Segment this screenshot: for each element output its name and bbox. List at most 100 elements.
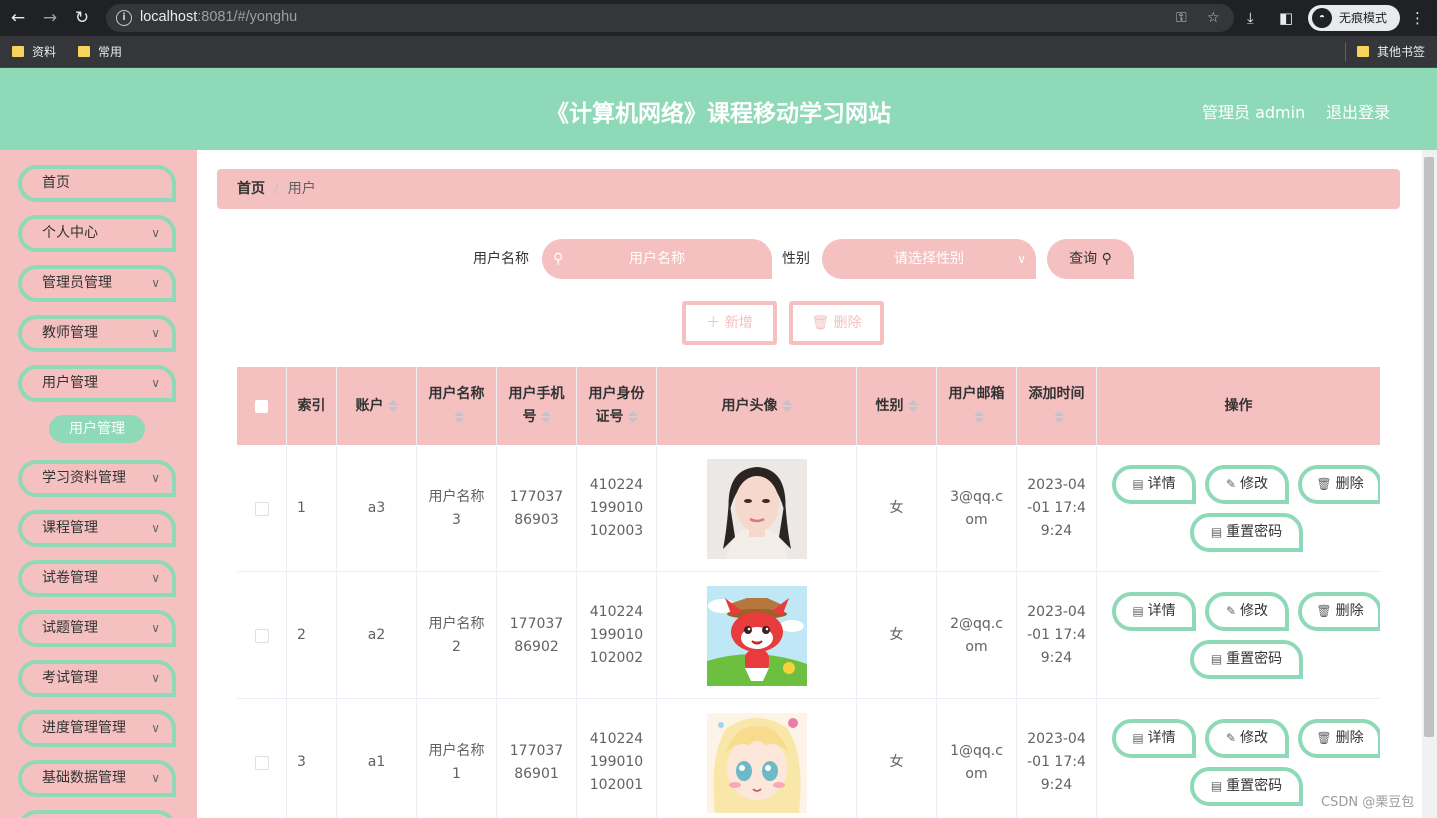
- breadcrumb: 首页 / 用户: [217, 169, 1400, 209]
- cell-actions: ▤ 详情 ✎ 修改 🗑 删除 ▤ 重置密码: [1097, 445, 1380, 572]
- chevron-down-icon: ∨: [151, 521, 160, 535]
- batch-delete-button[interactable]: 🗑 删除: [789, 301, 884, 345]
- row-checkbox[interactable]: [254, 628, 269, 643]
- sort-icon[interactable]: [907, 399, 918, 413]
- reset-password-button[interactable]: ▤ 重置密码: [1190, 767, 1303, 806]
- breadcrumb-home[interactable]: 首页: [237, 181, 265, 197]
- cell-account: a3: [337, 445, 417, 572]
- col-email[interactable]: 用户邮箱: [937, 367, 1017, 445]
- cell-time: 2023-04-01 17:49:24: [1017, 445, 1097, 572]
- sidebar-item-questions[interactable]: 试题管理 ∨: [18, 610, 176, 647]
- address-bar[interactable]: i localhost:8081/#/yonghu ⚿ ☆: [106, 4, 1234, 32]
- sidebar-item-papers[interactable]: 试卷管理 ∨: [18, 560, 176, 597]
- cell-account: a1: [337, 699, 417, 818]
- menu-dots-icon[interactable]: ⋮: [1410, 8, 1425, 28]
- forward-icon[interactable]: →: [38, 6, 62, 30]
- cell-index: 1: [287, 445, 337, 572]
- chevron-down-icon: ∨: [151, 226, 160, 240]
- edit-icon: ✎: [1225, 477, 1237, 491]
- table-row: 1 a3 用户名称3 17703786903 41022419901010200…: [237, 445, 1380, 572]
- cell-idcard: 410224199010102003: [577, 445, 657, 572]
- bookmark-separator: [1345, 42, 1346, 62]
- sidepanel-icon[interactable]: ◧: [1279, 8, 1293, 28]
- sidebar-item-admins[interactable]: 管理员管理 ∨: [18, 265, 176, 302]
- col-index: 索引: [287, 367, 337, 445]
- site-info-icon[interactable]: i: [116, 10, 132, 26]
- sidebar-item-materials[interactable]: 学习资料管理 ∨: [18, 460, 176, 497]
- trash-icon: 🗑: [1316, 604, 1332, 618]
- col-phone[interactable]: 用户手机号: [497, 367, 577, 445]
- delete-button[interactable]: 🗑 删除: [1298, 592, 1380, 631]
- edit-button[interactable]: ✎ 修改: [1205, 592, 1289, 631]
- chevron-down-icon: ∨: [151, 276, 160, 290]
- reset-password-button[interactable]: ▤ 重置密码: [1190, 513, 1303, 552]
- sidebar-item-teachers[interactable]: 教师管理 ∨: [18, 315, 176, 352]
- app-header: 《计算机网络》课程移动学习网站 管理员 admin 退出登录: [0, 68, 1437, 150]
- sidebar-item-courses[interactable]: 课程管理 ∨: [18, 510, 176, 547]
- query-button[interactable]: 查询 ⚲: [1047, 239, 1134, 279]
- other-bookmarks[interactable]: 其他书签: [1357, 42, 1425, 62]
- sort-icon[interactable]: [781, 399, 792, 413]
- sidebar-item-home[interactable]: 首页: [18, 165, 176, 202]
- col-name[interactable]: 用户名称: [417, 367, 497, 445]
- plus-icon: ＋: [706, 315, 721, 331]
- chevron-down-icon: ∨: [151, 671, 160, 685]
- username-search-input[interactable]: ⚲ 用户名称: [542, 239, 772, 279]
- download-icon[interactable]: ⤓: [1247, 8, 1254, 28]
- cell-index: 3: [287, 699, 337, 818]
- col-gender[interactable]: 性别: [857, 367, 937, 445]
- star-icon[interactable]: ☆: [1207, 10, 1220, 26]
- key-icon[interactable]: ⚿: [1176, 10, 1187, 26]
- add-button[interactable]: ＋ 新增: [682, 301, 777, 345]
- sidebar-item-basedata[interactable]: 基础数据管理 ∨: [18, 760, 176, 797]
- cell-gender: 女: [857, 572, 937, 699]
- sidebar-item-more[interactable]: [18, 810, 176, 818]
- col-idcard[interactable]: 用户身份证号: [577, 367, 657, 445]
- delete-button[interactable]: 🗑 删除: [1298, 465, 1380, 504]
- page-scrollbar-thumb[interactable]: [1424, 157, 1434, 737]
- folder-icon: [12, 46, 24, 57]
- sort-icon[interactable]: [540, 410, 551, 424]
- row-checkbox[interactable]: [254, 501, 269, 516]
- delete-button[interactable]: 🗑 删除: [1298, 719, 1380, 758]
- sort-icon[interactable]: [973, 410, 984, 424]
- sidebar-item-users[interactable]: 用户管理 ∨: [18, 365, 176, 402]
- detail-button[interactable]: ▤ 详情: [1112, 719, 1196, 758]
- chevron-down-icon: ∨: [151, 571, 160, 585]
- detail-button[interactable]: ▤ 详情: [1112, 592, 1196, 631]
- sidebar-item-exams[interactable]: 考试管理 ∨: [18, 660, 176, 697]
- sort-icon[interactable]: [453, 410, 464, 424]
- cell-time: 2023-04-01 17:49:24: [1017, 699, 1097, 818]
- sort-icon[interactable]: [627, 410, 638, 424]
- edit-button[interactable]: ✎ 修改: [1205, 465, 1289, 504]
- gender-select[interactable]: 请选择性别 ∨: [822, 239, 1036, 279]
- browser-toolbar: ← → ↻ i localhost:8081/#/yonghu ⚿ ☆ ⤓ ◧ …: [0, 0, 1437, 36]
- cell-email: 2@qq.com: [937, 572, 1017, 699]
- reset-password-button[interactable]: ▤ 重置密码: [1190, 640, 1303, 679]
- col-time[interactable]: 添加时间: [1017, 367, 1097, 445]
- sidebar-item-progress[interactable]: 进度管理管理 ∨: [18, 710, 176, 747]
- col-avatar[interactable]: 用户头像: [657, 367, 857, 445]
- cell-account: a2: [337, 572, 417, 699]
- sort-icon[interactable]: [1053, 410, 1064, 424]
- logout-link[interactable]: 退出登录: [1326, 99, 1390, 123]
- bookmark-folder[interactable]: 常用: [78, 42, 122, 62]
- back-icon[interactable]: ←: [6, 6, 30, 30]
- incognito-icon: ◓: [1312, 8, 1332, 28]
- sidebar-subitem-user-manage[interactable]: 用户管理: [49, 415, 145, 443]
- incognito-badge[interactable]: ◓ 无痕模式: [1308, 5, 1400, 31]
- detail-button[interactable]: ▤ 详情: [1112, 465, 1196, 504]
- bookmark-folder[interactable]: 资料: [12, 42, 56, 62]
- edit-icon: ✎: [1225, 731, 1237, 745]
- edit-button[interactable]: ✎ 修改: [1205, 719, 1289, 758]
- gender-label: 性别: [782, 251, 810, 267]
- sidebar-item-profile[interactable]: 个人中心 ∨: [18, 215, 176, 252]
- url-text: localhost:8081/#/yonghu: [140, 9, 298, 25]
- row-checkbox[interactable]: [254, 755, 269, 770]
- sort-icon[interactable]: [387, 399, 398, 413]
- select-all-checkbox[interactable]: [255, 399, 268, 413]
- reload-icon[interactable]: ↻: [70, 6, 94, 30]
- table-row: 2 a2 用户名称2 17703786902 41022419901010200…: [237, 572, 1380, 699]
- col-account[interactable]: 账户: [337, 367, 417, 445]
- current-user: 管理员 admin: [1202, 103, 1306, 122]
